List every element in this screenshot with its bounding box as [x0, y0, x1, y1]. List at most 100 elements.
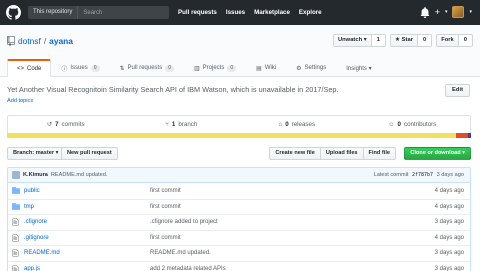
add-topics-link[interactable]: Add topics: [7, 98, 33, 104]
fork-count[interactable]: 0: [458, 35, 472, 46]
table-row[interactable]: public first commit 4 days ago: [8, 183, 470, 199]
avatar[interactable]: [452, 6, 465, 18]
branches-summary[interactable]: ⑂ 1 branch: [124, 116, 240, 133]
code-icon: <>: [17, 66, 25, 72]
file-name-link[interactable]: tmp: [24, 204, 150, 210]
edit-button[interactable]: Edit: [445, 84, 470, 97]
file-name-link[interactable]: .gitignore: [24, 235, 150, 241]
file-commit-message[interactable]: first commit: [150, 235, 470, 241]
fork-label[interactable]: Fork: [437, 35, 459, 46]
create-new-icon[interactable]: +: [435, 7, 440, 18]
star-label[interactable]: ★ Star: [390, 35, 418, 46]
find-file-button[interactable]: Find file: [362, 147, 396, 160]
tab-issues[interactable]: ⓘ Issues 0: [51, 59, 109, 76]
commit-message[interactable]: README.md updated.: [51, 172, 108, 178]
file-icon: [12, 265, 22, 271]
releases-count: 0: [285, 121, 289, 128]
watch-label[interactable]: Unwatch ▾: [333, 35, 372, 46]
contributors-summary[interactable]: ☺ 0 contributors: [355, 116, 471, 133]
file-rows: public first commit 4 days ago tmp first com…: [8, 183, 470, 271]
watch-button[interactable]: Unwatch ▾ 1: [332, 34, 386, 47]
upload-files-button[interactable]: Upload files: [319, 147, 364, 160]
fork-button[interactable]: Fork 0: [436, 34, 473, 47]
pull-request-icon: ⇅: [119, 65, 125, 72]
language-segment[interactable]: [467, 133, 471, 138]
language-segment[interactable]: [456, 133, 468, 138]
file-name-link[interactable]: .cfignore: [24, 219, 150, 225]
people-icon: ☺: [388, 121, 395, 128]
commit-author[interactable]: K.Kimura: [23, 172, 48, 178]
file-actions-group: Create new file Upload files Find file: [269, 147, 396, 160]
nav-explore[interactable]: Explore: [299, 9, 322, 16]
file-navigation: Branch: master ▾ New pull request Create…: [7, 147, 471, 161]
nav-marketplace[interactable]: Marketplace: [254, 9, 290, 16]
table-row[interactable]: README.md README.md updated. 3 days ago: [8, 245, 470, 261]
repo-title: dotnsf / ayana: [7, 36, 73, 46]
commits-summary[interactable]: ↺ 7 commits: [8, 116, 124, 133]
tab-label: Pull requests: [127, 65, 163, 71]
history-icon: ↺: [46, 121, 53, 128]
tab-wiki[interactable]: ▤ Wiki: [246, 59, 286, 76]
new-pull-request-button[interactable]: New pull request: [61, 147, 118, 160]
table-row[interactable]: .cfignore .cfignore added to project 3 day…: [8, 214, 470, 230]
branches-count: 1: [171, 121, 176, 128]
star-count[interactable]: 0: [417, 35, 432, 46]
releases-summary[interactable]: ⌂ 0 releases: [239, 116, 355, 133]
watch-count[interactable]: 1: [371, 35, 385, 46]
github-logo-icon[interactable]: [6, 5, 21, 20]
tab-label: Code: [27, 66, 42, 72]
tag-icon: ⌂: [278, 121, 283, 128]
top-nav: Pull requests Issues Marketplace Explore: [178, 0, 322, 25]
nav-issues[interactable]: Issues: [226, 9, 245, 16]
repo-name-link[interactable]: ayana: [49, 36, 73, 46]
chevron-down-icon: ▾: [444, 9, 448, 15]
releases-label: releases: [291, 121, 316, 128]
language-bar[interactable]: [7, 133, 471, 138]
numbers-summary: ↺ 7 commits ⑂ 1 branch ⌂ 0 releases ☺ 0 …: [7, 115, 471, 133]
contributors-count: 0: [397, 121, 401, 128]
file-commit-message[interactable]: first commit: [150, 188, 470, 194]
latest-commit-label: Latest commit: [373, 172, 409, 178]
commit-age: 3 days ago: [436, 172, 464, 178]
tab-label: Settings: [304, 65, 327, 71]
search-scope: This repository: [28, 6, 79, 19]
star-button[interactable]: ★ Star 0: [389, 34, 433, 47]
table-row[interactable]: app.js add 2 metadata related APIs 3 days …: [8, 260, 470, 271]
repo-description: Yet Another Visual Recognitoin Similarit…: [7, 85, 339, 94]
branch-select-button[interactable]: Branch: master ▾: [7, 147, 65, 160]
book-icon: ▤: [256, 65, 262, 72]
create-new-file-button[interactable]: Create new file: [269, 147, 321, 160]
search-box[interactable]: This repository Search: [28, 6, 169, 19]
file-name-link[interactable]: README.md: [24, 250, 150, 256]
repo-head: dotnsf / ayana Unwatch ▾ 1 ★ Star 0 Fork…: [0, 25, 480, 77]
file-commit-message[interactable]: add 2 metadata related APIs: [150, 266, 470, 271]
tab-pull-requests[interactable]: ⇅ Pull requests 0: [110, 59, 185, 76]
repo-owner-link[interactable]: dotnsf: [18, 36, 41, 46]
file-name-link[interactable]: public: [24, 188, 150, 194]
file-name-link[interactable]: app.js: [24, 266, 150, 271]
avatar[interactable]: [12, 171, 20, 179]
tab-code[interactable]: <> Code: [7, 59, 52, 77]
table-row[interactable]: .gitignore first commit 4 days ago: [8, 229, 470, 246]
commit-sha[interactable]: 2f787b7: [412, 172, 433, 178]
file-commit-message[interactable]: .cfignore added to project: [150, 219, 470, 225]
project-icon: ▥: [194, 65, 200, 72]
repo-icon: [7, 36, 15, 46]
file-commit-message[interactable]: README.md updated.: [150, 250, 470, 256]
file-icon: [12, 218, 22, 226]
repo-tabs: <> Code ⓘ Issues 0 ⇅ Pull requests 0 ▥ P…: [7, 59, 382, 77]
tab-projects[interactable]: ▥ Projects 0: [184, 59, 246, 76]
commits-label: commits: [61, 121, 85, 128]
bell-icon[interactable]: [420, 6, 430, 18]
contributors-label: contributors: [403, 121, 437, 128]
search-input[interactable]: Search: [78, 10, 102, 16]
commit-tease: K.Kimura README.md updated. Latest commi…: [8, 168, 470, 183]
clone-download-button[interactable]: Clone or download ▾: [404, 147, 471, 160]
language-segment[interactable]: [7, 133, 457, 138]
table-row[interactable]: tmp first commit 4 days ago: [8, 198, 470, 215]
tab-settings[interactable]: ⚙ Settings: [286, 59, 336, 76]
nav-pull-requests[interactable]: Pull requests: [178, 9, 217, 16]
issue-icon: ⓘ: [61, 66, 68, 73]
tab-insights[interactable]: Insights ▾: [336, 59, 381, 76]
file-commit-message[interactable]: first commit: [150, 204, 470, 210]
